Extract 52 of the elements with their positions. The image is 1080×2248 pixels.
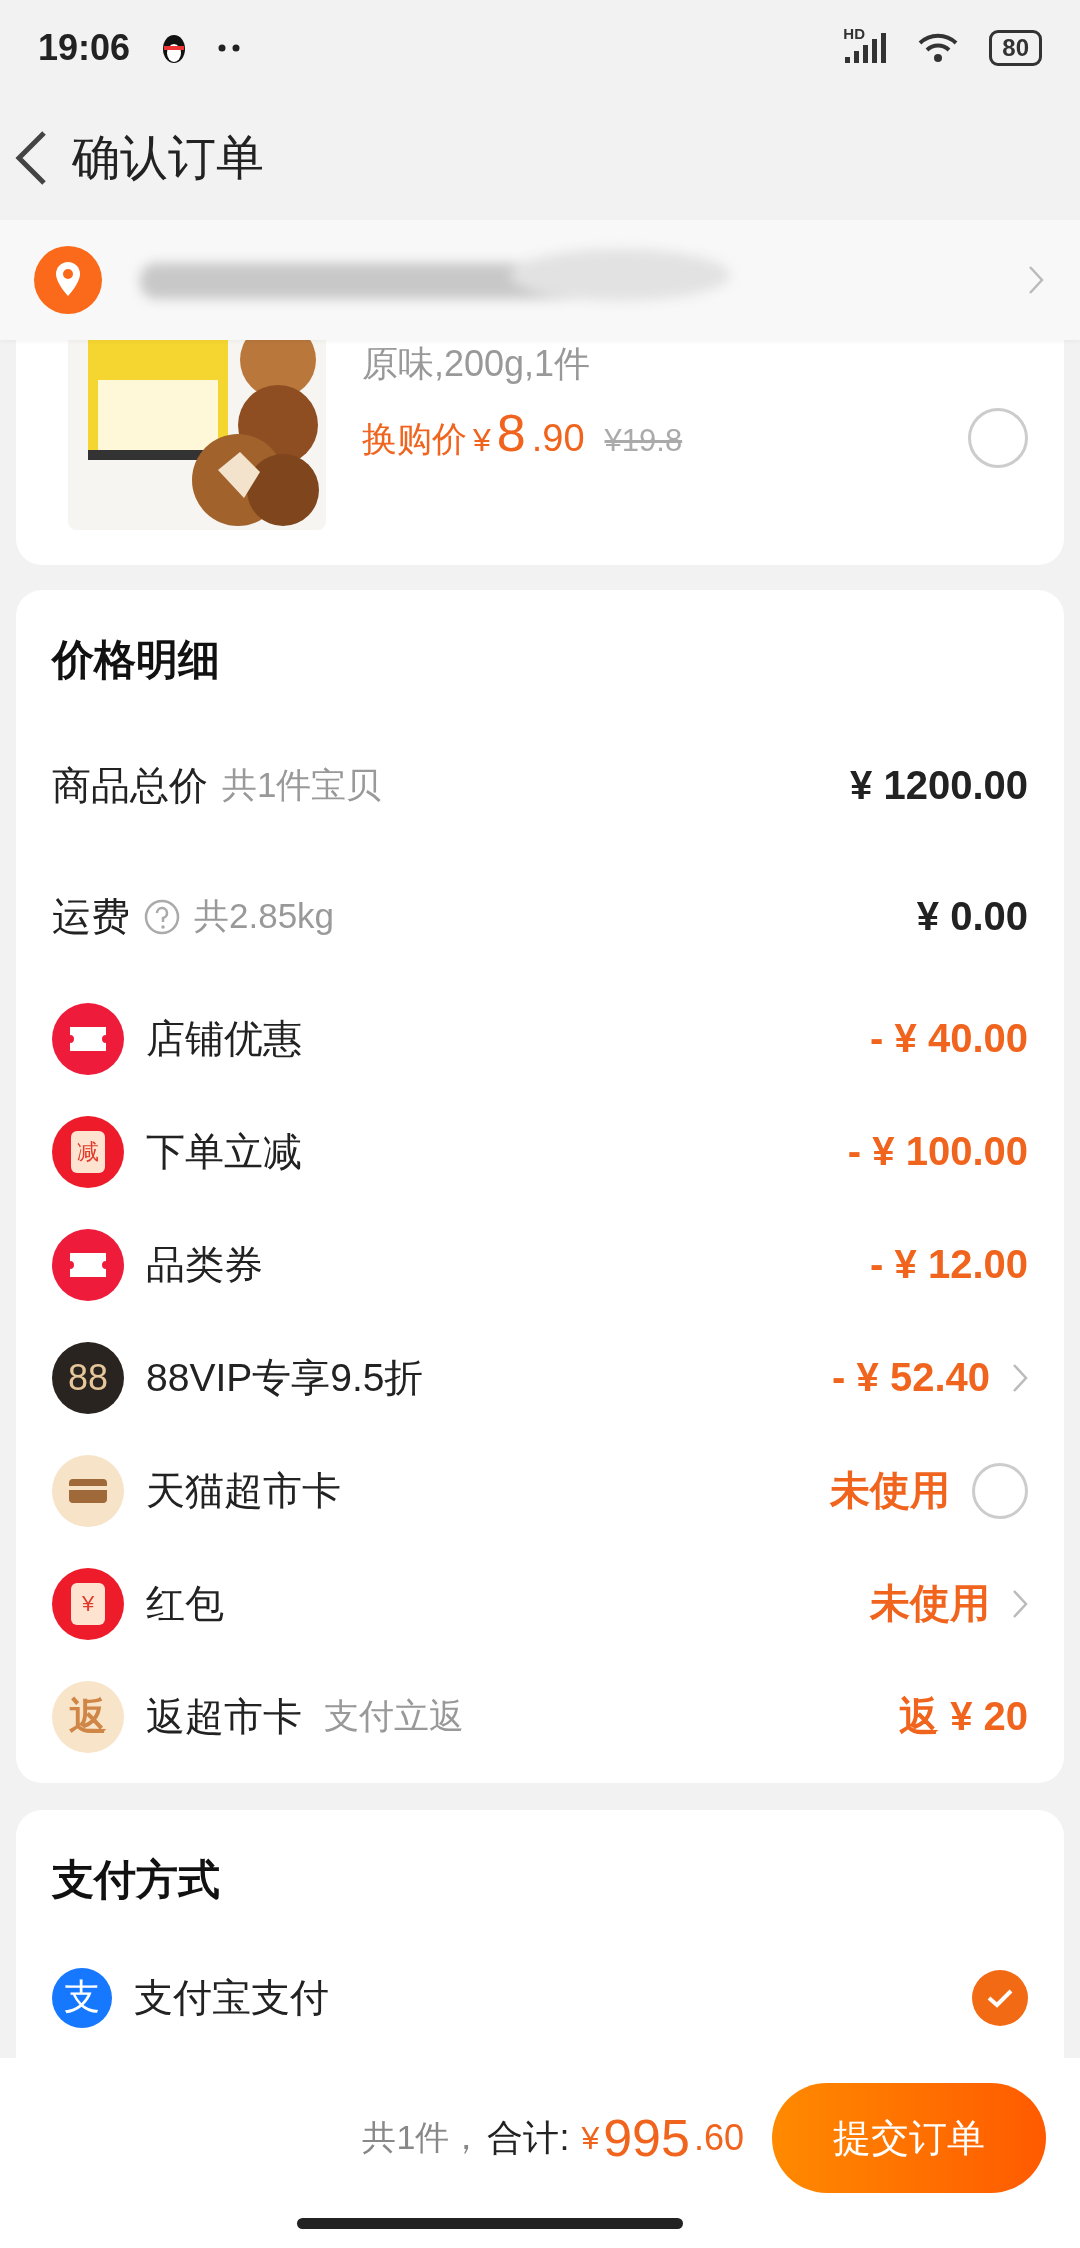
location-pin-icon <box>34 246 102 314</box>
section-title: 价格明细 <box>52 635 221 685</box>
row-amount: ¥ 1200.00 <box>850 763 1028 808</box>
envelope-icon: ¥ <box>52 1567 124 1640</box>
row-note: 支付立返 <box>324 1695 464 1737</box>
section-title: 支付方式 <box>52 1855 221 1905</box>
more-dots-icon <box>218 43 241 52</box>
row-amount: 未使用 <box>830 1467 950 1514</box>
row-label: 运费 <box>52 893 130 940</box>
page-title: 确认订单 <box>72 129 264 186</box>
cashback-icon: 返 <box>52 1680 124 1753</box>
row-amount: 未使用 <box>870 1580 990 1627</box>
battery-level: 80 <box>989 29 1042 66</box>
total-amount: 995 <box>603 2108 690 2168</box>
chevron-right-icon <box>1028 265 1044 295</box>
item-count: 共1件， <box>362 2117 484 2158</box>
row-label: 下单立减 <box>146 1128 302 1175</box>
back-icon[interactable] <box>14 129 48 186</box>
wifi-icon <box>917 31 960 64</box>
total-currency: ¥ <box>581 2119 600 2157</box>
total-decimals: .60 <box>693 2117 744 2159</box>
product-spec: 原味,200g,1件 <box>362 342 592 386</box>
coupon-icon: 减 <box>52 1115 124 1188</box>
signal-icon <box>843 30 888 65</box>
vip-badge-icon: 88 <box>52 1341 124 1414</box>
row-label: 天猫超市卡 <box>146 1467 341 1514</box>
row-amount: - ¥ 52.40 <box>832 1355 990 1400</box>
row-label: 返超市卡 <box>146 1693 302 1740</box>
row-note: 共2.85kg <box>194 895 335 937</box>
network-label: HD <box>843 24 865 42</box>
total-label: 合计: <box>487 2115 570 2160</box>
row-note: 共1件宝贝 <box>222 764 382 806</box>
row-label: 店铺优惠 <box>146 1015 302 1062</box>
original-price: ¥19.8 <box>604 423 683 459</box>
radio-button[interactable] <box>972 1462 1028 1519</box>
row-amount: - ¥ 40.00 <box>870 1016 1028 1061</box>
payment-method[interactable]: 支付宝支付 <box>134 1970 329 2025</box>
alipay-icon: 支 <box>52 1967 112 2028</box>
chevron-right-icon <box>1012 1588 1028 1619</box>
help-icon[interactable] <box>144 898 180 935</box>
status-time: 19:06 <box>38 26 131 69</box>
radio-button[interactable] <box>968 407 1028 468</box>
chevron-right-icon <box>1012 1362 1028 1393</box>
row-label: 红包 <box>146 1580 224 1627</box>
row-label: 品类券 <box>146 1241 263 1288</box>
row-label: 商品总价 <box>52 762 208 809</box>
row-amount: ¥ 0.00 <box>916 894 1028 939</box>
row-amount: - ¥ 100.00 <box>847 1129 1028 1174</box>
row-amount: 返 ¥ 20 <box>899 1693 1028 1740</box>
exchange-price: 换购价 ¥8.90 ¥19.8 <box>362 403 684 463</box>
row-amount: - ¥ 12.00 <box>870 1242 1028 1287</box>
row-label: 88VIP专享9.5折 <box>146 1354 424 1401</box>
